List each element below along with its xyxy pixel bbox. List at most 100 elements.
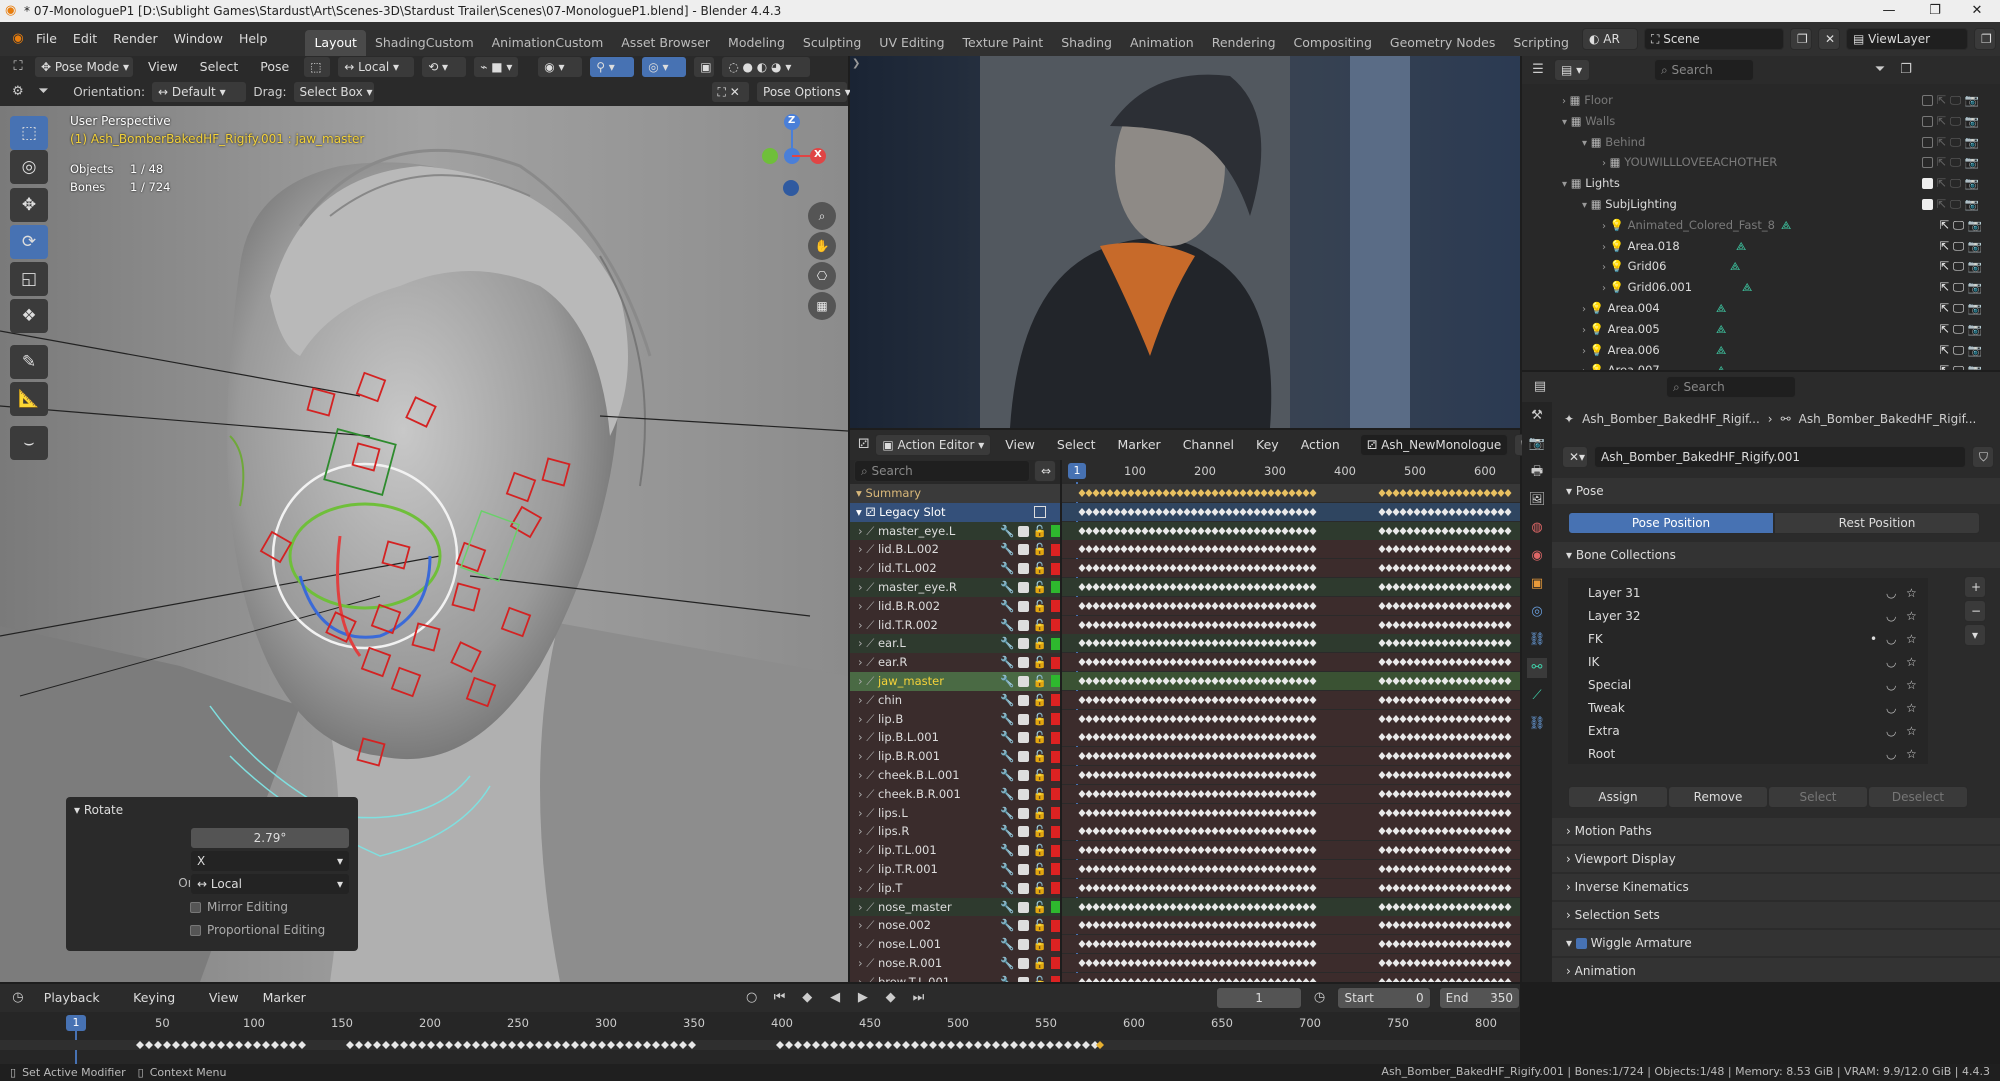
- maximize-button[interactable]: ❐: [1912, 0, 1958, 22]
- expand-arrow-icon[interactable]: ›: [858, 824, 863, 838]
- tab-animationcustom[interactable]: AnimationCustom: [483, 30, 613, 56]
- tool-tab-icon[interactable]: ⚒: [1527, 406, 1547, 426]
- rest-position-button[interactable]: Rest Position: [1774, 512, 1980, 534]
- mute-checkbox[interactable]: [1017, 525, 1029, 537]
- axis-dropdown[interactable]: X ▾: [190, 850, 350, 872]
- lock-icon[interactable]: 🔓: [1033, 900, 1047, 914]
- expand-arrow-icon[interactable]: ›: [858, 618, 863, 632]
- star-icon[interactable]: ☆: [1906, 743, 1917, 765]
- expand-arrow-icon[interactable]: ›: [858, 768, 863, 782]
- lock-icon[interactable]: 🔓: [1033, 524, 1047, 538]
- star-icon[interactable]: ☆: [1906, 628, 1917, 650]
- tree-arrow-icon[interactable]: ›: [1582, 304, 1586, 315]
- keyframe-row[interactable]: [1062, 672, 1520, 690]
- prev-key-icon[interactable]: ◆: [797, 988, 817, 1008]
- channel-row[interactable]: › ⟋ cheek.B.L.001 🔧 🔓: [850, 765, 1060, 785]
- modifier-wrench-icon[interactable]: 🔧: [1000, 918, 1014, 932]
- outliner-item[interactable]: ▾ ▦ Lights ⇱ 🖵 📷: [1522, 173, 2000, 194]
- modifier-wrench-icon[interactable]: 🔧: [1000, 618, 1014, 632]
- outliner-item[interactable]: ▾ ▦ Behind ⇱ 🖵 📷: [1522, 132, 2000, 153]
- outliner-search-input[interactable]: ⌕ Search: [1654, 59, 1754, 81]
- eye-closed-icon[interactable]: ◡: [1886, 720, 1896, 742]
- channel-row[interactable]: › ⟋ ear.L 🔧 🔓: [850, 634, 1060, 654]
- monitor-icon[interactable]: 🖵: [1953, 363, 1964, 370]
- lock-icon[interactable]: 🔓: [1033, 787, 1047, 801]
- tab-compositing[interactable]: Compositing: [1285, 30, 1381, 56]
- keyframe-row[interactable]: [1062, 484, 1520, 502]
- outliner-item[interactable]: › 💡 Area.007 ⇱ 🖵 📷⟁: [1522, 360, 2000, 370]
- outliner-item[interactable]: › 💡 Area.006 ⇱ 🖵 📷 ⟁: [1522, 340, 2000, 361]
- collection-menu-icon[interactable]: ▾: [1964, 624, 1986, 646]
- snap-settings-icon[interactable]: ⛶ ✕: [710, 81, 751, 103]
- expand-arrow-icon[interactable]: ›: [858, 806, 863, 820]
- bone-collection-item[interactable]: Tweak ◡ ☆: [1568, 697, 1928, 719]
- armature-name-field[interactable]: Ash_Bomber_BakedHF_Rigify.001: [1594, 446, 1966, 468]
- keyframe-row[interactable]: [1062, 972, 1520, 982]
- mute-checkbox[interactable]: [1017, 581, 1029, 593]
- rotate-tool-icon[interactable]: ⟳: [10, 225, 48, 259]
- end-frame-field[interactable]: End 350: [1438, 987, 1520, 1009]
- modifier-wrench-icon[interactable]: 🔧: [1000, 561, 1014, 575]
- swap-channels-icon[interactable]: ⇔: [1034, 460, 1056, 482]
- lock-icon[interactable]: 🔓: [1033, 862, 1047, 876]
- mute-checkbox[interactable]: [1017, 563, 1029, 575]
- select-arrow-icon[interactable]: ⇱: [1937, 176, 1947, 190]
- modifier-wrench-icon[interactable]: 🔧: [1000, 824, 1014, 838]
- ae-menu-action[interactable]: Action: [1293, 430, 1348, 460]
- viewlayer-selector[interactable]: ▤ ViewLayer: [1846, 28, 1968, 50]
- shading-modes[interactable]: ◌ ● ◐ ◕ ▾: [721, 56, 812, 78]
- tab-sculpting[interactable]: Sculpting: [794, 30, 870, 56]
- modifier-wrench-icon[interactable]: 🔧: [1000, 937, 1014, 951]
- scale-tool-icon[interactable]: ◱: [10, 262, 48, 296]
- new-scene-icon[interactable]: ❐: [1790, 28, 1812, 50]
- mute-checkbox[interactable]: [1017, 920, 1029, 932]
- properties-editor-icon[interactable]: ▤: [1530, 377, 1550, 397]
- outliner-item[interactable]: › 💡 Grid06 ⇱ 🖵 📷 ⟁: [1522, 256, 2000, 277]
- lock-icon[interactable]: 🔓: [1033, 881, 1047, 895]
- keyframe-row[interactable]: [1062, 954, 1520, 972]
- expand-arrow-icon[interactable]: ›: [858, 561, 863, 575]
- tree-arrow-icon[interactable]: ›: [1582, 366, 1586, 370]
- ae-menu-marker[interactable]: Marker: [1109, 430, 1168, 460]
- vp-menu-pose[interactable]: Pose: [252, 56, 297, 78]
- select-button[interactable]: Select: [1768, 786, 1868, 808]
- action-selector[interactable]: ⚂ Ash_NewMonologue: [1359, 434, 1509, 456]
- menu-edit[interactable]: Edit: [65, 22, 105, 56]
- eye-closed-icon[interactable]: ◡: [1886, 605, 1896, 627]
- eye-closed-icon[interactable]: ◡: [1886, 743, 1896, 765]
- monitor-icon[interactable]: 🖵: [1950, 114, 1961, 128]
- eye-closed-icon[interactable]: ◡: [1886, 697, 1896, 719]
- property-panel-header[interactable]: › Motion Paths: [1552, 818, 2000, 844]
- camera-icon[interactable]: 📷: [1968, 218, 1982, 232]
- mute-checkbox[interactable]: [1017, 732, 1029, 744]
- expand-arrow-icon[interactable]: ›: [858, 674, 863, 688]
- lock-icon[interactable]: 🔓: [1033, 768, 1047, 782]
- keyframe-row[interactable]: [1062, 897, 1520, 916]
- delete-scene-icon[interactable]: ✕: [1818, 28, 1840, 50]
- bone-collection-item[interactable]: Extra ◡ ☆: [1568, 720, 1928, 742]
- wiggle-armature-checkbox[interactable]: [1575, 938, 1587, 949]
- monitor-icon[interactable]: 🖵: [1953, 343, 1964, 357]
- tab-texture-paint[interactable]: Texture Paint: [954, 30, 1053, 56]
- channel-row[interactable]: › ⟋ lips.L 🔧 🔓: [850, 803, 1060, 823]
- pivot-icon[interactable]: ⟲ ▾: [421, 56, 468, 78]
- output-tab-icon[interactable]: 🖶: [1527, 462, 1547, 482]
- channel-row[interactable]: › ⟋ lip.B.R.001 🔧 🔓: [850, 747, 1060, 766]
- collection-exclude-checkbox[interactable]: [1922, 157, 1933, 169]
- keyframe-row[interactable]: [1062, 634, 1520, 653]
- monitor-icon[interactable]: 🖵: [1953, 280, 1964, 294]
- expand-arrow-icon[interactable]: ›: [858, 580, 863, 594]
- select-arrow-icon[interactable]: ⇱: [1940, 280, 1950, 294]
- property-panel-header[interactable]: ▾ Wiggle Armature: [1552, 930, 2000, 956]
- tl-menu-playback[interactable]: Playback ▾: [36, 984, 117, 1033]
- timeline-area[interactable]: 50 100 150 200 250 300 350 400 450 500 550 600 650 70…: [0, 1012, 1520, 1064]
- current-frame-field[interactable]: 1: [1216, 987, 1302, 1009]
- tab-shadingcustom[interactable]: ShadingCustom: [366, 30, 483, 56]
- angle-field[interactable]: 2.79°: [190, 827, 350, 849]
- tab-uv-editing[interactable]: UV Editing: [870, 30, 953, 56]
- channel-row[interactable]: › ⟋ master_eye.L 🔧 🔓: [850, 521, 1060, 541]
- expand-arrow-icon[interactable]: ›: [858, 937, 863, 951]
- mute-checkbox[interactable]: [1017, 751, 1029, 763]
- lock-icon[interactable]: 🔓: [1033, 712, 1047, 726]
- tab-shading[interactable]: Shading: [1052, 30, 1121, 56]
